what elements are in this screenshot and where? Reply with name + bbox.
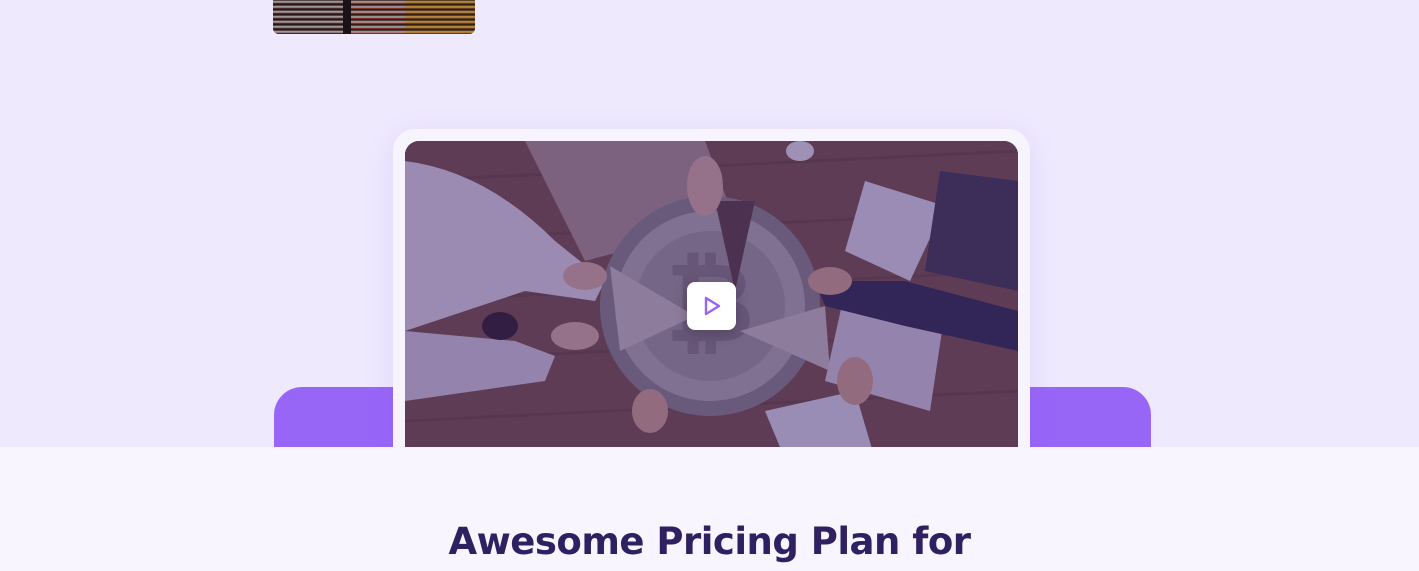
coin-stacks-image	[273, 0, 475, 34]
coin-stack-middle	[351, 0, 405, 34]
coin-stack-right	[405, 0, 475, 34]
page: ₿ A	[0, 0, 1419, 571]
pricing-title: Awesome Pricing Plan for	[448, 520, 971, 563]
play-icon	[704, 296, 720, 316]
play-button[interactable]	[687, 282, 736, 330]
coin-stack-left	[273, 0, 343, 34]
